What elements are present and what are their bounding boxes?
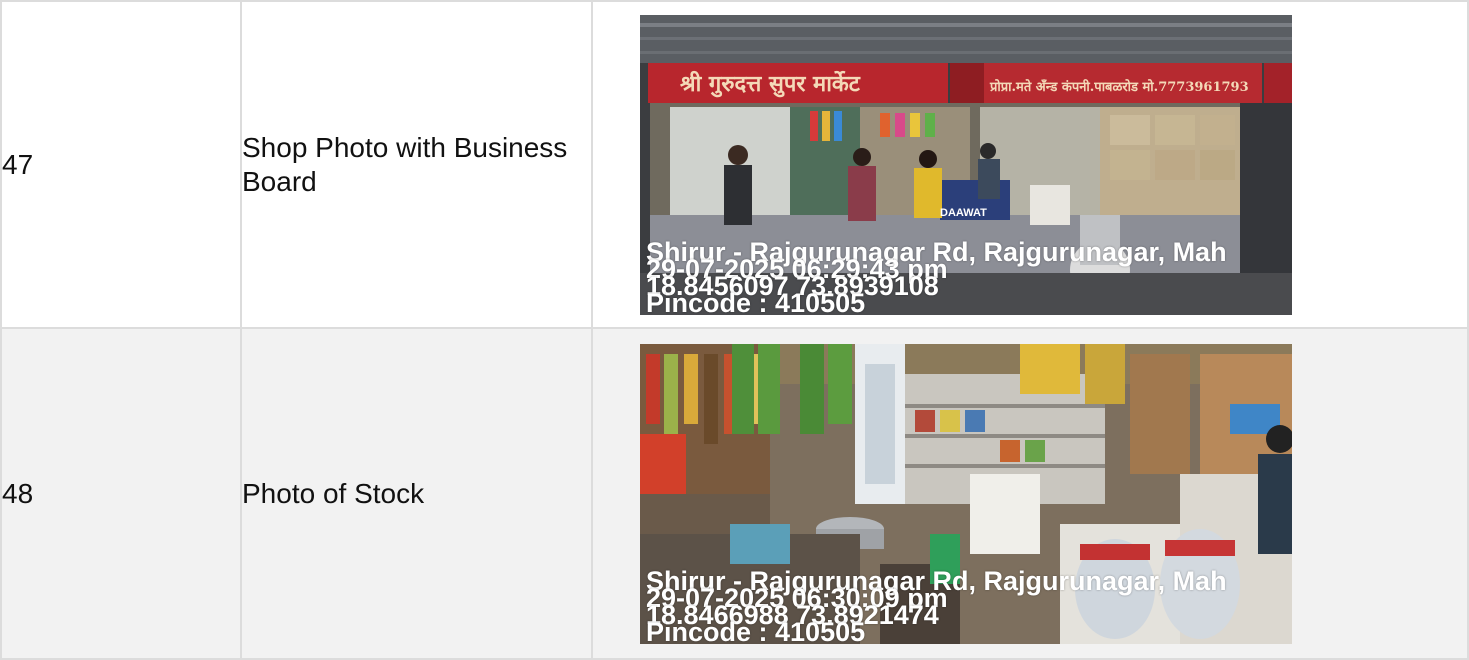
banner-text: DAAWAT [940, 206, 987, 219]
geotag-overlay: Shirur - Rajgurunagar Rd, Rajgurunagar, … [646, 567, 1227, 644]
photo-cell: श्री गुरुदत्त सुपर मार्केट प्रोप्रा.मते … [591, 0, 1469, 329]
shop-front-photo[interactable]: श्री गुरुदत्त सुपर मार्केट प्रोप्रा.मते … [640, 14, 1292, 315]
table-row: 48 Photo of Stock Shirur - Rajgurunagar … [0, 327, 1469, 660]
signboard-text-right: प्रोप्रा.मते अँन्ड कंपनी.पाबळरोड मो.7773… [990, 79, 1249, 95]
row-label: Photo of Stock [240, 327, 593, 660]
row-number: 48 [0, 327, 242, 660]
row-number: 47 [0, 0, 242, 329]
stock-photo[interactable]: Shirur - Rajgurunagar Rd, Rajgurunagar, … [640, 343, 1292, 644]
photo-cell: Shirur - Rajgurunagar Rd, Rajgurunagar, … [591, 327, 1469, 660]
evidence-table: 47 Shop Photo with Business Board श्री ग… [0, 0, 1469, 660]
table-row: 47 Shop Photo with Business Board श्री ग… [0, 0, 1469, 329]
signboard-text-left: श्री गुरुदत्त सुपर मार्केट [680, 70, 860, 97]
row-label: Shop Photo with Business Board [240, 0, 593, 329]
geotag-overlay: Shirur - Rajgurunagar Rd, Rajgurunagar, … [646, 238, 1227, 315]
